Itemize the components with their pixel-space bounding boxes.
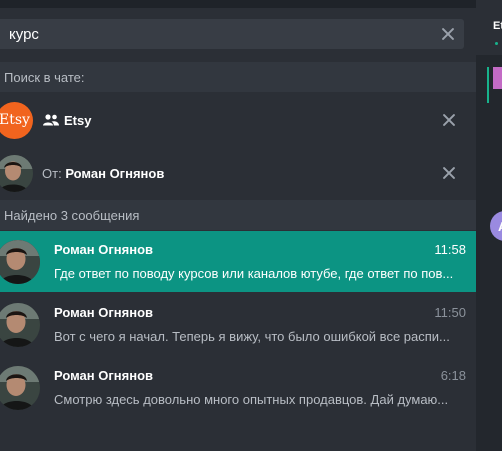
search-panel: курс Поиск в чате: Etsy Etsy От: Роман О… <box>0 8 476 451</box>
result-snippet: Смотрю здесь довольно много опытных прод… <box>54 392 449 407</box>
result-sender-name: Роман Огнянов <box>54 368 154 383</box>
chat-filter-name: Etsy <box>64 112 92 128</box>
search-bar: курс <box>0 8 476 62</box>
sender-filter-label: От: Роман Огнянов <box>42 166 164 181</box>
people-icon <box>43 114 59 126</box>
online-dot <box>495 42 498 45</box>
chat-panel: Et A <box>476 0 502 451</box>
avatar[interactable]: A <box>490 211 502 241</box>
result-sender-name: Роман Огнянов <box>54 242 154 257</box>
result-snippet: Где ответ по поводу курсов или каналов ю… <box>54 266 454 281</box>
search-input[interactable]: курс <box>0 19 464 49</box>
top-strip <box>0 0 476 8</box>
result-snippet: Вот с чего я начал. Теперь я вижу, что б… <box>54 329 450 344</box>
search-result-row[interactable]: Роман Огнянов 11:58 Где ответ по поводу … <box>0 231 476 292</box>
chat-filter-row[interactable]: Etsy Etsy <box>0 94 476 146</box>
result-time: 11:50 <box>434 305 466 320</box>
close-icon <box>440 26 456 42</box>
avatar <box>0 303 40 347</box>
pinned-message-bar[interactable] <box>487 67 489 103</box>
clear-search-button[interactable] <box>440 26 456 42</box>
result-time: 11:58 <box>434 242 466 257</box>
telegram-window: курс Поиск в чате: Etsy Etsy От: Роман О… <box>0 0 502 451</box>
search-query[interactable]: курс <box>9 26 440 43</box>
chat-header[interactable]: Et <box>476 0 502 55</box>
remove-chat-filter-button[interactable] <box>441 112 457 128</box>
close-icon <box>441 165 457 181</box>
sender-name: Роман Огнянов <box>65 165 165 181</box>
result-sender-name: Роман Огнянов <box>54 305 154 320</box>
search-in-chat-header: Поиск в чате: <box>0 62 476 92</box>
results-count-header: Найдено 3 сообщения <box>0 200 476 230</box>
close-icon <box>441 112 457 128</box>
search-result-row[interactable]: Роман Огнянов 11:50 Вот с чего я начал. … <box>0 294 476 355</box>
pinned-message-thumbnail[interactable] <box>493 67 502 89</box>
search-result-row[interactable]: Роман Огнянов 6:18 Смотрю здесь довольно… <box>0 357 476 418</box>
avatar <box>0 240 40 284</box>
from-prefix: От: <box>42 165 62 181</box>
avatar <box>0 366 40 410</box>
chat-title: Et <box>493 20 502 32</box>
avatar <box>0 154 33 192</box>
result-time: 6:18 <box>440 368 466 383</box>
etsy-avatar: Etsy <box>0 101 33 139</box>
remove-sender-filter-button[interactable] <box>441 165 457 181</box>
sender-filter-row[interactable]: От: Роман Огнянов <box>0 147 476 199</box>
